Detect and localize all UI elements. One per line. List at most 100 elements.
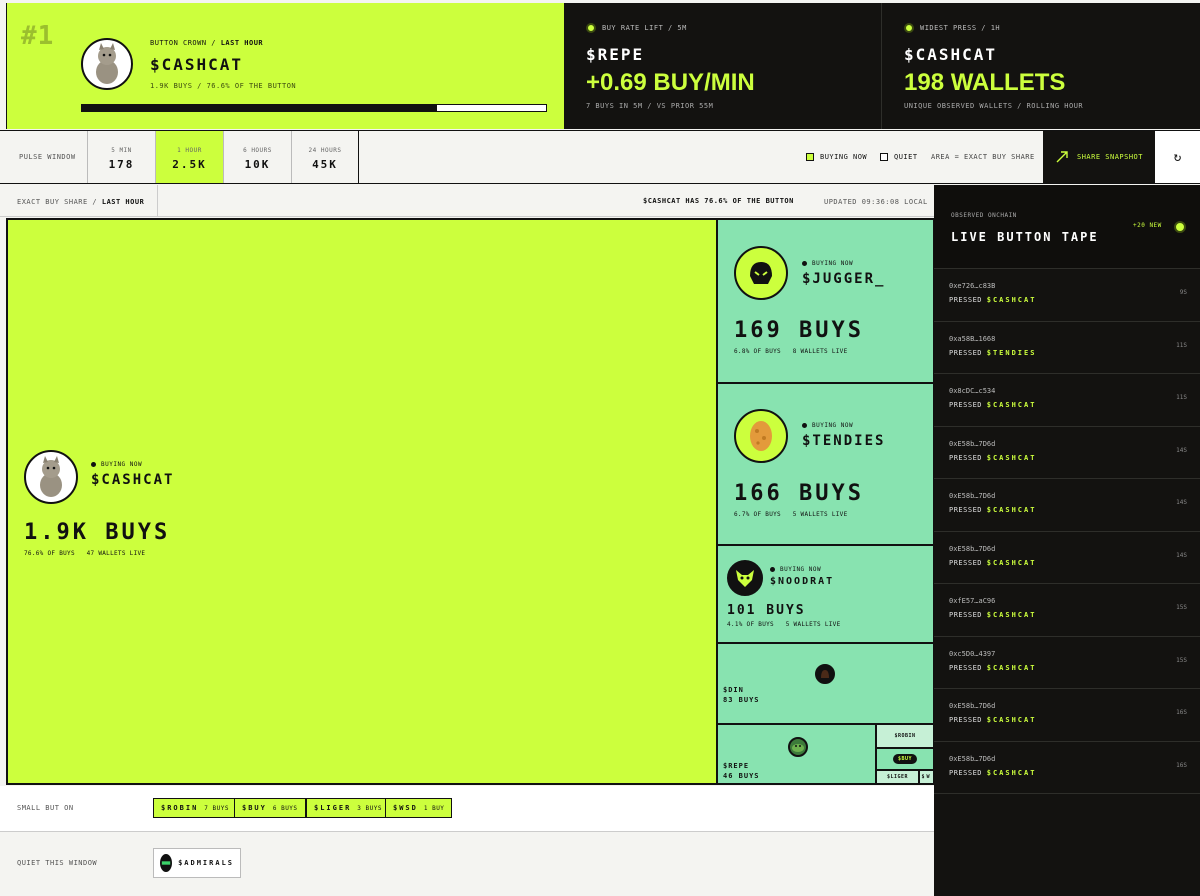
tape-row[interactable]: 0xE58b…7D6d PRESSED $CASHCAT 14S <box>934 427 1200 479</box>
share-snapshot-button[interactable]: SHARE SNAPSHOT <box>1043 131 1155 183</box>
tile-token: $BUY <box>892 754 918 764</box>
pulse-tab-value: 2.5K <box>172 158 207 171</box>
buying-now-indicator: BUYING NOW <box>91 461 174 468</box>
chip-buys: 3 BUYS <box>357 804 382 812</box>
stat-kicker: WIDEST PRESS / 1H <box>904 23 1000 33</box>
tape-kicker: OBSERVED ONCHAIN <box>951 212 1017 219</box>
share-header-title: EXACT BUY SHARE / LAST HOUR <box>17 198 145 206</box>
pulse-tab-key: 6 HOURS <box>243 147 272 154</box>
widest-press-card[interactable]: WIDEST PRESS / 1H $CASHCAT 198 WALLETS U… <box>882 3 1200 129</box>
tape-title: LIVE BUTTON TAPE <box>951 230 1099 244</box>
lime-swatch-icon <box>806 153 814 161</box>
tile-token: $ROBIN <box>894 733 916 739</box>
pulse-tab-key: 24 HOURS <box>308 147 342 154</box>
tape-age: 16S <box>1176 761 1187 769</box>
treemap-tile-liger[interactable]: $LIGER <box>876 770 919 784</box>
buy-share-treemap: BUYING NOW $CASHCAT 1.9K BUYS 76.6% OF B… <box>6 218 934 785</box>
buy-rate-lift-card[interactable]: BUY RATE LIFT / 5M $REPE +0.69 BUY/MIN 7… <box>564 3 882 129</box>
treemap-tile-cashcat[interactable]: BUYING NOW $CASHCAT 1.9K BUYS 76.6% OF B… <box>7 219 717 784</box>
treemap-tile-robin[interactable]: $ROBIN <box>876 724 934 748</box>
treemap-tile-tendies[interactable]: BUYING NOW $TENDIES 166 BUYS 6.7% OF BUY… <box>717 383 934 545</box>
tape-wallet[interactable]: 0x8cDC…c534 <box>949 387 995 395</box>
white-swatch-icon <box>880 153 888 161</box>
stat-sub: UNIQUE OBSERVED WALLETS / ROLLING HOUR <box>904 102 1084 110</box>
tape-wallet[interactable]: 0xa58B…1668 <box>949 335 995 343</box>
small-chip-buy[interactable]: $BUY 6 BUYS <box>234 798 306 818</box>
treemap-tile-w[interactable]: $W <box>919 770 934 784</box>
refresh-button[interactable]: ↻ <box>1155 131 1200 183</box>
buying-now-indicator: BUYING NOW <box>802 422 885 429</box>
tape-wallet[interactable]: 0xe726…c83B <box>949 282 995 290</box>
tape-wallet[interactable]: 0xE58b…7D6d <box>949 545 995 553</box>
quiet-chip-admirals[interactable]: $ADMIRALS <box>153 848 241 878</box>
stat-value: 198 WALLETS <box>904 69 1066 96</box>
arrow-up-right-icon <box>1056 151 1068 163</box>
small-chip-robin[interactable]: $ROBIN 7 BUYS <box>153 798 237 818</box>
chip-token: $ADMIRALS <box>178 859 234 867</box>
chip-token: $LIGER <box>314 804 352 812</box>
tape-row[interactable]: 0xE58b…7D6d PRESSED $CASHCAT 16S <box>934 742 1200 794</box>
treemap-tile-repe[interactable]: $REPE 46 BUYS <box>717 724 876 784</box>
tile-buys: 166 BUYS <box>734 481 864 506</box>
tendies-avatar <box>734 409 788 463</box>
pulse-tab-key: 1 HOUR <box>177 147 202 154</box>
cashcat-avatar <box>81 38 133 90</box>
tile-info: BUYING NOW $JUGGER_ <box>802 260 885 287</box>
stat-value: +0.69 BUY/MIN <box>586 69 755 96</box>
quiet-label: QUIET THIS WINDOW <box>17 859 98 867</box>
treemap-tile-noodrat[interactable]: BUYING NOW $NOODRAT 101 BUYS 4.1% OF BUY… <box>717 545 934 643</box>
treemap-tile-din[interactable]: $DIN 83 BUYS <box>717 643 934 724</box>
button-crown-card[interactable]: #1 BUTTON CROWN / LAST HOUR $CASHCAT 1.9… <box>6 3 564 129</box>
tape-row[interactable]: 0xE58b…7D6d PRESSED $CASHCAT 16S <box>934 689 1200 742</box>
legend-buying-now: BUYING NOW <box>806 153 867 161</box>
tape-wallet[interactable]: 0xfE57…aC96 <box>949 597 995 605</box>
tile-token: $NOODRAT <box>770 576 835 587</box>
tape-action: PRESSED $CASHCAT <box>949 611 1037 619</box>
share-header-summary: $CASHCAT HAS 76.6% OF THE BUTTON <box>643 197 794 205</box>
tape-row[interactable]: 0x8cDC…c534 PRESSED $CASHCAT 11S <box>934 374 1200 427</box>
tape-row[interactable]: 0xE58b…7D6d PRESSED $CASHCAT 14S <box>934 532 1200 584</box>
tape-row[interactable]: 0xe726…c83B PRESSED $CASHCAT 9S <box>934 269 1200 322</box>
tile-token: $W <box>921 774 932 780</box>
chip-token: $ROBIN <box>161 804 199 812</box>
tape-new-count[interactable]: +20 NEW <box>1133 222 1162 229</box>
crown-share-bar <box>81 104 547 112</box>
stat-token: $CASHCAT <box>904 45 998 64</box>
treemap-tile-jugger[interactable]: BUYING NOW $JUGGER_ 169 BUYS 6.8% OF BUY… <box>717 219 934 383</box>
dashboard: #1 BUTTON CROWN / LAST HOUR $CASHCAT 1.9… <box>0 0 1200 896</box>
chip-token: $WSD <box>393 804 418 812</box>
pulse-tab-24hours[interactable]: 24 HOURS 45K <box>291 131 359 183</box>
tape-row[interactable]: 0xfE57…aC96 PRESSED $CASHCAT 15S <box>934 584 1200 637</box>
tape-wallet[interactable]: 0xE58b…7D6d <box>949 440 995 448</box>
tape-row[interactable]: 0xc5D0…4397 PRESSED $CASHCAT 15S <box>934 637 1200 689</box>
pulse-tab-1hour[interactable]: 1 HOUR 2.5K <box>155 131 223 183</box>
chip-buys: 6 BUYS <box>272 804 298 812</box>
small-chip-wsd[interactable]: $WSD 1 BUY <box>385 798 453 818</box>
treemap-tile-buy[interactable]: $BUY <box>876 748 934 770</box>
live-indicator-icon <box>1174 221 1186 233</box>
tape-row[interactable]: 0xa58B…1668 PRESSED $TENDIES 11S <box>934 322 1200 374</box>
chip-token: $BUY <box>242 804 267 812</box>
tape-age: 14S <box>1176 446 1187 454</box>
tile-buys: 83 BUYS <box>723 696 760 704</box>
pulse-tab-6hours[interactable]: 6 HOURS 10K <box>223 131 291 183</box>
admirals-avatar <box>160 854 173 872</box>
tape-wallet[interactable]: 0xE58b…7D6d <box>949 702 995 710</box>
crown-share-bar-fill <box>82 105 438 111</box>
repe-avatar <box>788 737 808 757</box>
small-chip-liger[interactable]: $LIGER 3 BUYS <box>306 798 390 818</box>
tape-wallet[interactable]: 0xE58b…7D6d <box>949 492 995 500</box>
crown-subtitle: 1.9K BUYS / 76.6% OF THE BUTTON <box>150 82 297 90</box>
tape-age: 9S <box>1179 289 1187 296</box>
refresh-icon: ↻ <box>1173 149 1182 165</box>
tape-wallet[interactable]: 0xE58b…7D6d <box>949 755 995 763</box>
pulse-tab-value: 178 <box>108 158 135 171</box>
stat-kicker: BUY RATE LIFT / 5M <box>586 23 687 33</box>
stat-sub: 7 BUYS IN 5M / VS PRIOR 55M <box>586 102 714 110</box>
tape-row[interactable]: 0xE58b…7D6d PRESSED $CASHCAT 14S <box>934 479 1200 532</box>
pulse-tab-5min[interactable]: 5 MIN 178 <box>87 131 155 183</box>
tape-wallet[interactable]: 0xc5D0…4397 <box>949 650 995 658</box>
tape-age: 11S <box>1176 394 1187 401</box>
din-avatar <box>815 664 835 684</box>
tile-info: BUYING NOW $TENDIES <box>802 422 885 449</box>
